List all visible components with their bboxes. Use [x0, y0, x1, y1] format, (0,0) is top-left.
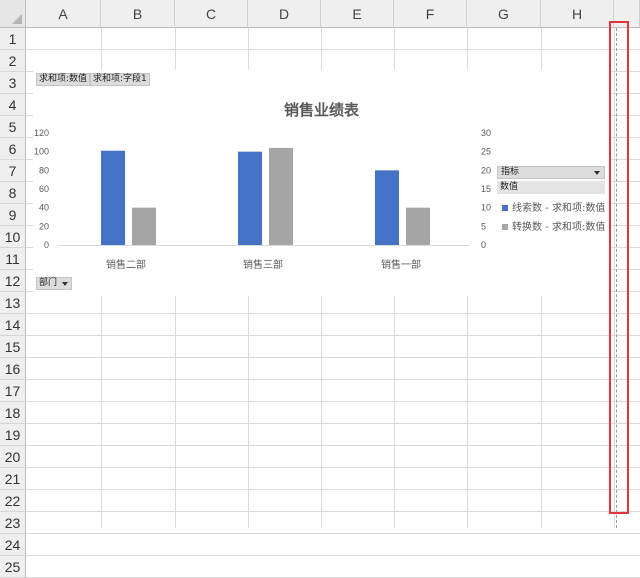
x-tick-label: 销售三部 [243, 260, 283, 271]
row-header-25[interactable]: 25 [0, 556, 26, 578]
grid-line [26, 489, 640, 490]
row-header-21[interactable]: 21 [0, 468, 26, 490]
column-header-f[interactable]: F [394, 0, 467, 28]
row-header-16[interactable]: 16 [0, 358, 26, 380]
row-header-20[interactable]: 20 [0, 446, 26, 468]
column-header-e[interactable]: E [321, 0, 394, 28]
spreadsheet: ABCDEFGH 1 2 3 4 5 6 7 8 9 10 11 12 13 14 15 16 17 18 19 20… [0, 0, 640, 578]
highlight-box [609, 21, 629, 514]
legend-swatch-icon [502, 224, 508, 230]
y-right-tick-label: 20 [481, 165, 491, 175]
row-header-6[interactable]: 6 [0, 138, 26, 160]
dropdown-caret-icon [62, 282, 69, 286]
grid-line [26, 467, 640, 468]
grid-line [26, 445, 640, 446]
y-left-tick-label: 100 [34, 147, 49, 157]
x-tick-label: 销售一部 [381, 260, 421, 271]
legend-field-label: 指标 [501, 167, 520, 177]
bar-leads [101, 150, 125, 245]
y-left-tick-label: 40 [39, 203, 49, 213]
y-right-tick-label: 15 [481, 184, 491, 194]
row-header-8[interactable]: 8 [0, 182, 26, 204]
row-header-15[interactable]: 15 [0, 336, 26, 358]
grid-line [26, 335, 640, 336]
column-header-g[interactable]: G [467, 0, 541, 28]
row-header-14[interactable]: 14 [0, 314, 26, 336]
row-header-23[interactable]: 23 [0, 512, 26, 534]
row-header-4[interactable]: 4 [0, 94, 26, 116]
bar-conversions [269, 147, 293, 245]
row-header-22[interactable]: 22 [0, 490, 26, 512]
y-left-tick-label: 120 [34, 128, 49, 138]
pivot-chart[interactable]: 求和项:数值 求和项:字段1 销售业绩表 0 20 40 60 80 100 120 0 5 10… [33, 70, 610, 296]
row-header-24[interactable]: 24 [0, 534, 26, 556]
legend-entry: 线索数 - 求和项:数值 [502, 199, 605, 214]
column-header-a[interactable]: A [26, 0, 101, 28]
row-header-11[interactable]: 11 [0, 248, 26, 270]
legend-swatch-icon [502, 205, 508, 211]
x-tick-label: 销售二部 [106, 260, 146, 271]
row-header-17[interactable]: 17 [0, 380, 26, 402]
bar-leads [375, 170, 399, 245]
grid-line [26, 511, 640, 512]
y-right-tick-label: 10 [481, 203, 491, 213]
row-header-2[interactable]: 2 [0, 50, 26, 72]
grid-line [26, 357, 640, 358]
dropdown-caret-icon [594, 171, 600, 175]
department-filter-label: 部门 [39, 278, 58, 288]
y-right-tick-label: 5 [481, 221, 486, 231]
legend-entry: 转换数 - 求和项:数值 [502, 218, 605, 233]
legend-field-button[interactable]: 指标 [497, 166, 605, 179]
y-left-tick-label: 60 [39, 184, 49, 194]
y-right-tick-label: 25 [481, 147, 491, 157]
y-right-tick-label: 30 [481, 128, 491, 138]
row-header-12[interactable]: 12 [0, 270, 26, 292]
grid-line [26, 401, 640, 402]
grid-line [26, 555, 640, 556]
row-header-3[interactable]: 3 [0, 72, 26, 94]
y-left-tick-label: 20 [39, 221, 49, 231]
row-header-10[interactable]: 10 [0, 226, 26, 248]
y-left-tick-label: 0 [44, 240, 49, 250]
column-header-h[interactable]: H [541, 0, 614, 28]
bar-conversions [406, 207, 430, 245]
y-right-tick-label: 0 [481, 240, 486, 250]
grid-line [26, 423, 640, 424]
grid-line [26, 379, 640, 380]
row-header-9[interactable]: 9 [0, 204, 26, 226]
legend-entry-label: 线索数 - 求和项:数值 [512, 203, 606, 214]
row-header-18[interactable]: 18 [0, 402, 26, 424]
department-filter-button[interactable]: 部门 [36, 277, 73, 290]
y-left-tick-label: 80 [39, 165, 49, 175]
bar-conversions [132, 207, 156, 245]
row-header-13[interactable]: 13 [0, 292, 26, 314]
select-all-corner[interactable] [0, 0, 26, 28]
row-header-7[interactable]: 7 [0, 160, 26, 182]
column-header-c[interactable]: C [175, 0, 248, 28]
legend-subheader: 数值 [497, 181, 605, 194]
row-header-1[interactable]: 1 [0, 28, 26, 50]
grid-line [26, 313, 640, 314]
column-header-d[interactable]: D [248, 0, 321, 28]
select-all-triangle-icon [12, 14, 22, 24]
grid-line [26, 533, 640, 534]
grid-line [26, 49, 640, 50]
legend-entry-label: 转换数 - 求和项:数值 [512, 222, 606, 233]
bar-leads [238, 151, 262, 245]
row-header-5[interactable]: 5 [0, 116, 26, 138]
column-header-b[interactable]: B [101, 0, 175, 28]
row-header-19[interactable]: 19 [0, 424, 26, 446]
